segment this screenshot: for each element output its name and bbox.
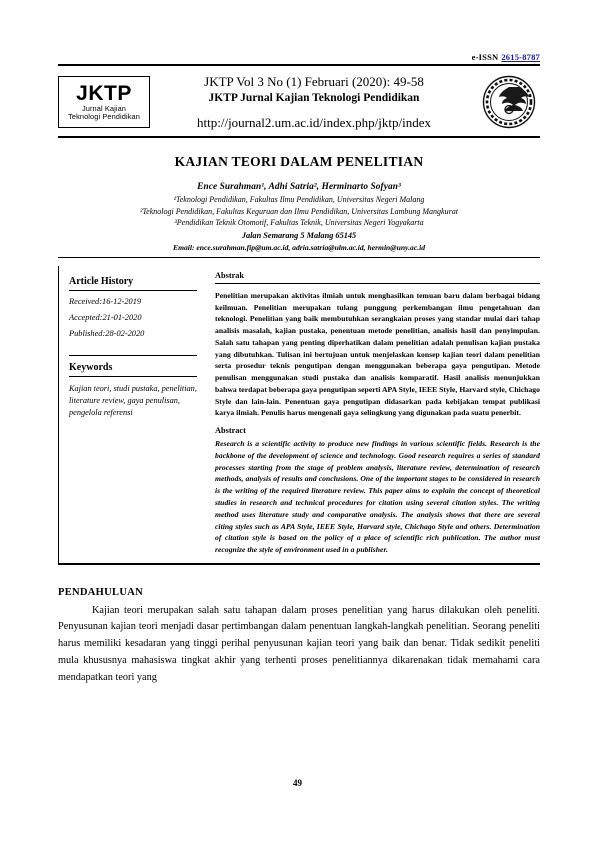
affiliation-3: ³Pendidikan Teknik Otomotif, Fakultas Te… [174,218,424,228]
volume-issue-line: JKTP Vol 3 No (1) Februari (2020): 49-58 [204,74,424,89]
seal-wrapper: UM [478,74,540,130]
issn-label: e-ISSN [471,52,499,62]
page-content: e-ISSN 2615-8787 JKTP Jurnal Kajian Tekn… [58,52,540,686]
postal-address: Jalan Semarang 5 Malang 65145 [241,230,357,240]
keywords-underline [69,376,197,378]
author-emails[interactable]: Email: ence.surahman.fip@um.ac.id, adria… [58,243,540,252]
keywords-text: Kajian teori, studi pustaka, penelitian,… [69,384,197,418]
svg-text:UM: UM [505,108,512,113]
abstract-en-heading: Abstract [215,426,246,436]
title-bottom-rule [58,256,540,258]
author-list: Ence Surahman¹, Adhi Satria², Herminarto… [197,181,401,192]
abstract-id-heading: Abstrak [215,270,245,280]
history-published: Published:28-02-2020 [69,329,145,339]
issn-value-link[interactable]: 2615-8787 [501,52,540,62]
masthead-center: JKTP Vol 3 No (1) Februari (2020): 49-58… [150,73,478,132]
history-accepted: Accepted:21-01-2020 [69,312,142,322]
introduction-paragraph: Kajian teori merupakan salah satu tahapa… [58,604,540,683]
article-history-heading: Article History [69,275,134,287]
issn-row: e-ISSN 2615-8787 [58,52,540,62]
journal-logo-acronym: JKTP [76,81,132,105]
article-sidebar: Article History Received:16-12-2019 Acce… [58,265,205,563]
masthead-bottom-rule [58,135,540,138]
abstract-id-underline [215,282,540,284]
masthead: JKTP Jurnal Kajian Teknologi Pendidikan … [58,66,540,136]
keywords-heading: Keywords [69,362,113,374]
abstract-bottom-rule [58,562,540,565]
affiliation-1: ¹Teknologi Pendidikan, Fakultas Ilmu Pen… [173,194,425,204]
abstract-id-text: Penelitian merupakan aktivitas ilmiah un… [215,290,540,418]
journal-logo-subline-2: Teknologi Pendidikan [68,112,140,122]
journal-full-name: JKTP Jurnal Kajian Teknologi Pendidikan [208,91,420,104]
introduction-heading: PENDAHULUAN [58,586,143,598]
title-block: KAJIAN TEORI DALAM PENELITIAN Ence Surah… [58,154,540,252]
page-number: 49 [293,778,302,788]
journal-url[interactable]: http://journal2.um.ac.id/index.php/jktp/… [156,115,472,132]
journal-logo: JKTP Jurnal Kajian Teknologi Pendidikan [58,76,150,129]
affiliation-2: ²Teknologi Pendidikan, Fakultas Keguruan… [140,206,458,216]
university-seal-icon: UM [482,76,536,129]
abstract-section: Article History Received:16-12-2019 Acce… [58,265,540,563]
keywords-top-rule [69,355,197,357]
abstract-column: Abstrak Penelitian merupakan aktivitas i… [205,266,540,563]
abstract-en-text: Research is a scientific activity to pro… [215,439,540,555]
article-title: KAJIAN TEORI DALAM PENELITIAN [174,153,424,169]
article-history-underline [69,289,197,291]
history-received: Received:16-12-2019 [69,296,142,306]
document-page: e-ISSN 2615-8787 JKTP Jurnal Kajian Tekn… [0,0,595,842]
